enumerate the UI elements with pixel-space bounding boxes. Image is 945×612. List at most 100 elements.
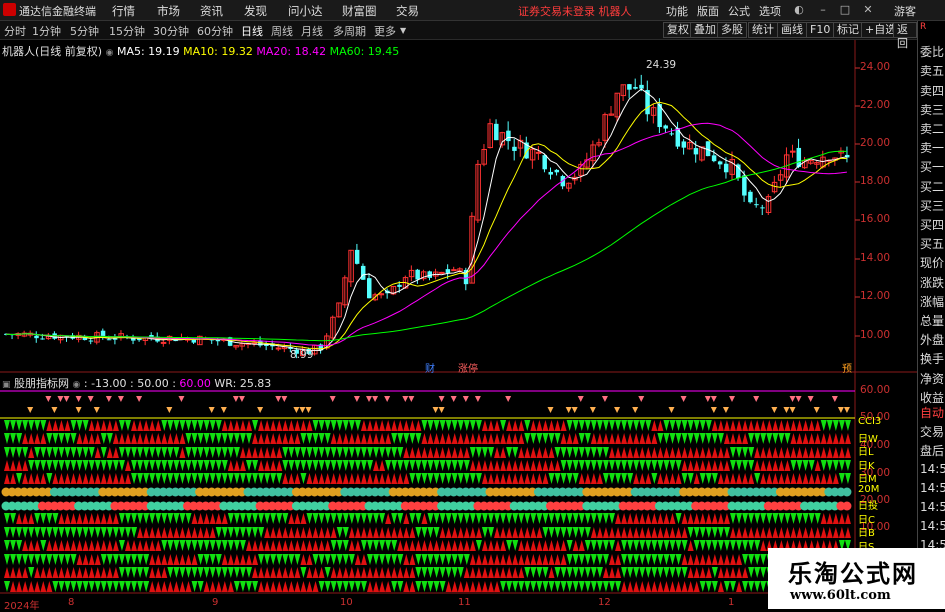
signal-gem [408, 396, 415, 402]
indicator-triangle [294, 447, 301, 458]
indicator-triangle [354, 460, 361, 471]
indicator-triangle [675, 581, 682, 592]
indicator-triangle [748, 447, 755, 458]
indicator-triangle [88, 581, 95, 592]
indicator-triangle [736, 527, 743, 538]
period-monthly[interactable]: 月线 [301, 23, 323, 39]
indicator-triangle [488, 581, 494, 592]
indicator-triangle [784, 447, 791, 458]
period-timeshare[interactable]: 分时 [4, 23, 26, 39]
indicator-toggle-icon[interactable]: ▣ [2, 380, 11, 390]
menu-wealth[interactable]: 财富圈 [342, 3, 377, 19]
indicator-triangle [379, 433, 386, 444]
guest-label[interactable]: 游客 [894, 3, 916, 19]
multi-stock-button[interactable]: 多股 [717, 22, 747, 38]
indicator-triangle [627, 513, 634, 524]
menu-trade[interactable]: 交易 [396, 3, 419, 19]
indicator-triangle [70, 527, 77, 538]
indicator-triangle [687, 540, 694, 551]
indicator-triangle [566, 420, 573, 431]
indicator-triangle [572, 513, 579, 524]
candle-body [367, 278, 372, 299]
menu-function[interactable]: 功能 [666, 3, 688, 19]
login-alert[interactable]: 证券交易未登录 机器人 [518, 3, 632, 19]
indicator-triangle [663, 473, 670, 484]
period-multi[interactable]: 多周期 [333, 23, 366, 39]
settings-icon[interactable]: ◉ [106, 48, 114, 58]
mark-button[interactable]: 标记 [833, 22, 863, 38]
kline-chart[interactable] [0, 40, 917, 609]
indicator-triangle [681, 581, 688, 592]
period-more[interactable]: 更多 [374, 23, 396, 39]
period-daily[interactable]: 日线 [241, 23, 263, 39]
close-icon[interactable]: ✕ [860, 3, 876, 17]
menu-formula[interactable]: 公式 [728, 3, 750, 19]
menu-market[interactable]: 市场 [157, 3, 180, 19]
indicator-triangle [282, 513, 289, 524]
indicator-y-tick: 60.00 [860, 384, 891, 396]
indicator-triangle [10, 554, 17, 565]
back-button[interactable]: 返回 [893, 22, 917, 50]
indicator-triangle [82, 581, 89, 592]
period-1min[interactable]: 1分钟 [32, 23, 61, 39]
indicator-triangle [820, 420, 827, 431]
menu-options[interactable]: 选项 [759, 3, 781, 19]
period-15min[interactable]: 15分钟 [109, 23, 145, 39]
indicator-triangle [312, 513, 319, 524]
indicator-triangle [584, 447, 591, 458]
indicator-settings-icon[interactable]: ◉ [73, 380, 81, 390]
indicator-triangle [615, 567, 622, 578]
indicator-triangle [391, 567, 398, 578]
more-dropdown-icon[interactable]: ▼ [400, 26, 406, 35]
indicator-triangle [602, 567, 609, 578]
indicator-triangle [754, 540, 761, 551]
menu-ask[interactable]: 问小达 [288, 3, 323, 19]
indicator-triangle [766, 527, 773, 538]
indicator-triangle [88, 460, 95, 471]
f10-button[interactable]: F10 [806, 22, 835, 38]
indicator-triangle [10, 513, 17, 524]
period-weekly[interactable]: 周线 [271, 23, 293, 39]
indicator-triangle [76, 567, 83, 578]
candle-body [106, 339, 112, 341]
indicator-triangle [627, 581, 634, 592]
menu-news[interactable]: 资讯 [200, 3, 223, 19]
period-30min[interactable]: 30分钟 [153, 23, 189, 39]
forecast-marker[interactable]: 预 [842, 360, 852, 375]
period-5min[interactable]: 5分钟 [70, 23, 99, 39]
signal-gem [87, 396, 94, 402]
candle-body [554, 169, 560, 173]
indicator-triangle [645, 581, 652, 592]
indicator-triangle [633, 447, 640, 458]
indicator-triangle [494, 567, 501, 578]
indicator-triangle [167, 567, 174, 578]
indicator-triangle [282, 581, 289, 592]
minimize-icon[interactable]: – [815, 3, 831, 17]
finance-marker[interactable]: 财 [425, 360, 435, 375]
limit-up-marker[interactable]: 涨停 [458, 360, 478, 375]
adjust-button[interactable]: 复权 [663, 22, 693, 38]
indicator-triangle [385, 581, 392, 592]
indicator-triangle [282, 460, 289, 471]
indicator-dot [842, 501, 852, 511]
stats-button[interactable]: 统计 [748, 22, 778, 38]
indicator-triangle [488, 473, 494, 484]
indicator-triangle [693, 460, 700, 471]
menu-discover[interactable]: 发现 [244, 3, 267, 19]
indicator-triangle [657, 420, 664, 431]
menu-quotes[interactable]: 行情 [112, 3, 135, 19]
skin-icon[interactable]: ◐ [791, 3, 807, 17]
period-60min[interactable]: 60分钟 [197, 23, 233, 39]
maximize-icon[interactable]: □ [837, 3, 853, 17]
ma-line-60 [5, 150, 847, 342]
overlay-button[interactable]: 叠加 [690, 22, 720, 38]
indicator-triangle [173, 527, 180, 538]
signal-gem [275, 396, 282, 402]
indicator-triangle [173, 460, 180, 471]
indicator-triangle [717, 420, 724, 431]
indicator-triangle [814, 527, 821, 538]
draw-button[interactable]: 画线 [777, 22, 807, 38]
indicator-triangle [469, 433, 476, 444]
menu-layout[interactable]: 版面 [697, 3, 719, 19]
indicator-triangle [197, 460, 204, 471]
